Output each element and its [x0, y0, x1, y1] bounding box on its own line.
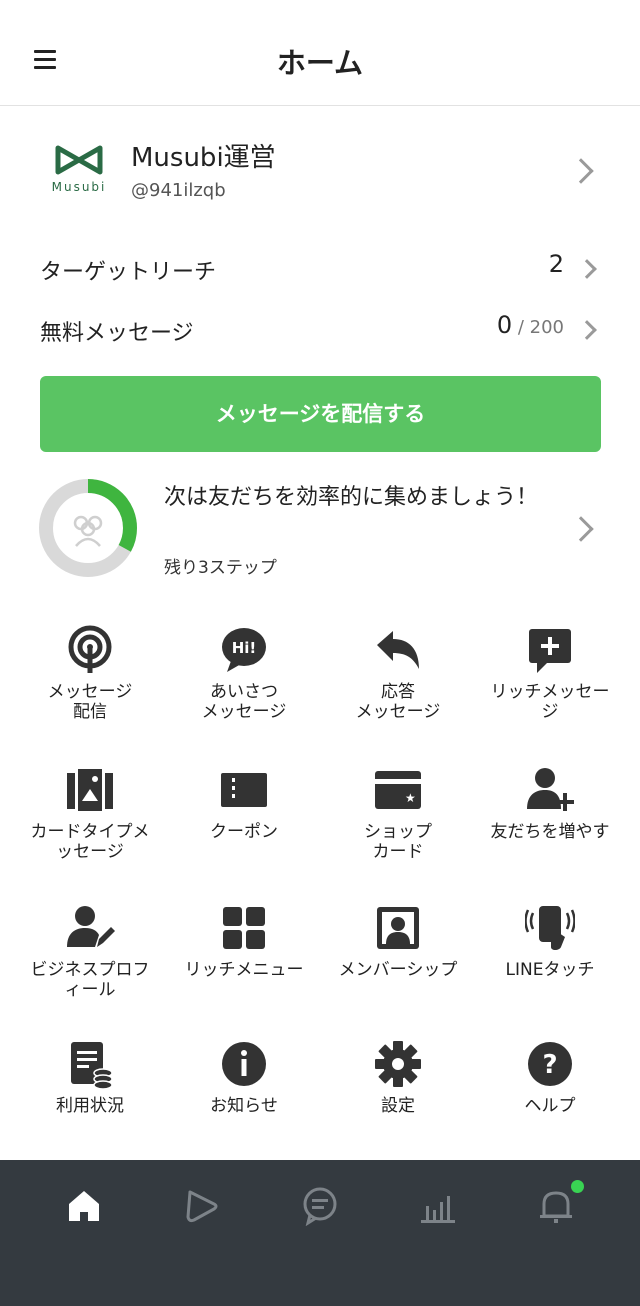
nav-home[interactable] — [20, 1178, 148, 1238]
rich-menu-icon — [223, 907, 265, 949]
notification-badge — [571, 1180, 584, 1193]
feature-label: メッセージ 配信 — [47, 682, 133, 722]
gear-icon — [375, 1041, 421, 1087]
broadcast-icon — [68, 625, 112, 673]
feature-label: 設定 — [381, 1096, 415, 1116]
reply-arrow-icon — [377, 631, 419, 669]
help-icon: ? — [528, 1042, 572, 1086]
feature-tile[interactable]: クーポン — [164, 760, 324, 880]
account-name: Musubi運営 — [131, 143, 276, 173]
send-message-button[interactable]: メッセージを配信する — [40, 376, 601, 452]
coupon-icon — [221, 773, 267, 807]
voom-icon — [186, 1190, 218, 1223]
free-messages-row[interactable]: 無料メッセージ 0 / 200 — [0, 301, 640, 359]
line-touch-icon — [525, 906, 575, 950]
feature-label: あいさつ メッセージ — [201, 682, 287, 722]
progress-subtitle: 残り3ステップ — [164, 558, 277, 578]
progress-title: 次は友だちを効率的に集めましょう！ — [164, 485, 539, 510]
feature-label: 応答 メッセージ — [355, 682, 441, 722]
feature-tile[interactable]: 応答 メッセージ — [318, 620, 478, 740]
account-id: @941ilzqb — [131, 180, 226, 201]
stat-limit: / 200 — [512, 317, 564, 338]
nav-notifications[interactable] — [492, 1178, 620, 1238]
nav-analytics[interactable] — [374, 1178, 502, 1238]
info-icon — [222, 1042, 266, 1086]
feature-label: ヘルプ — [524, 1096, 576, 1116]
feature-tile[interactable]: メッセージ 配信 — [10, 620, 170, 740]
feature-tile[interactable]: カードタイプメ ッセージ — [10, 760, 170, 880]
shop-card-icon: ★ — [375, 771, 421, 809]
account-logo: Musubi — [44, 142, 114, 198]
home-icon — [69, 1191, 99, 1221]
musubi-logo-icon — [55, 145, 103, 175]
nav-chat[interactable] — [256, 1178, 384, 1238]
nav-voom[interactable] — [138, 1178, 266, 1238]
business-profile-icon — [67, 906, 115, 947]
logo-text: Musubi — [51, 180, 107, 194]
add-friend-icon — [527, 768, 574, 811]
svg-text:★: ★ — [405, 791, 416, 805]
feature-label: クーポン — [210, 822, 278, 842]
feature-tile[interactable]: 友だちを増やす — [470, 760, 630, 880]
feature-label: リッチメッセー ジ — [490, 682, 610, 722]
feature-label: リッチメニュー — [184, 960, 304, 980]
svg-text:Hi!: Hi! — [232, 639, 257, 657]
stat-value: 2 — [548, 250, 564, 278]
rich-message-icon — [529, 629, 571, 673]
feature-label: 友だちを増やす — [490, 822, 610, 842]
hi-bubble-icon: Hi! — [222, 628, 266, 672]
stat-value: 0 / 200 — [496, 311, 564, 339]
app-header: ホーム — [0, 0, 640, 106]
membership-icon — [377, 907, 419, 949]
stat-label: 無料メッセージ — [40, 321, 194, 346]
page-title: ホーム — [276, 46, 364, 80]
feature-label: ビジネスプロフ ィール — [30, 960, 150, 1000]
friends-icon — [73, 515, 103, 547]
card-message-icon — [67, 769, 113, 811]
feature-tile[interactable]: 利用状況 — [10, 1034, 170, 1154]
feature-tile[interactable]: 設定 — [318, 1034, 478, 1154]
feature-tile[interactable]: LINEタッチ — [470, 898, 630, 1018]
bottom-nav — [0, 1160, 640, 1306]
feature-label: ショップ カード — [364, 822, 432, 862]
feature-tile[interactable]: Hi! あいさつ メッセージ — [164, 620, 324, 740]
chat-icon — [303, 1187, 337, 1226]
feature-tile[interactable]: ★ ショップ カード — [318, 760, 478, 880]
feature-tile[interactable]: お知らせ — [164, 1034, 324, 1154]
progress-donut — [39, 479, 137, 577]
analytics-icon — [421, 1196, 455, 1223]
feature-tile[interactable]: リッチメッセー ジ — [470, 620, 630, 740]
feature-label: カードタイプメ ッセージ — [30, 822, 150, 862]
bell-icon — [540, 1191, 572, 1223]
stat-label: ターゲットリーチ — [40, 260, 217, 285]
feature-label: メンバーシップ — [338, 960, 458, 980]
feature-tile[interactable]: メンバーシップ — [318, 898, 478, 1018]
feature-label: 利用状況 — [56, 1096, 124, 1116]
feature-tile[interactable]: ? ヘルプ — [470, 1034, 630, 1154]
chevron-right-icon — [577, 259, 597, 279]
feature-label: お知らせ — [210, 1096, 278, 1116]
usage-icon — [71, 1042, 113, 1089]
feature-tile[interactable]: ビジネスプロフ ィール — [10, 898, 170, 1018]
feature-label: LINEタッチ — [505, 960, 595, 980]
chevron-right-icon — [577, 320, 597, 340]
target-reach-row[interactable]: ターゲットリーチ 2 — [0, 240, 640, 298]
feature-tile[interactable]: リッチメニュー — [164, 898, 324, 1018]
svg-text:?: ? — [542, 1050, 557, 1080]
